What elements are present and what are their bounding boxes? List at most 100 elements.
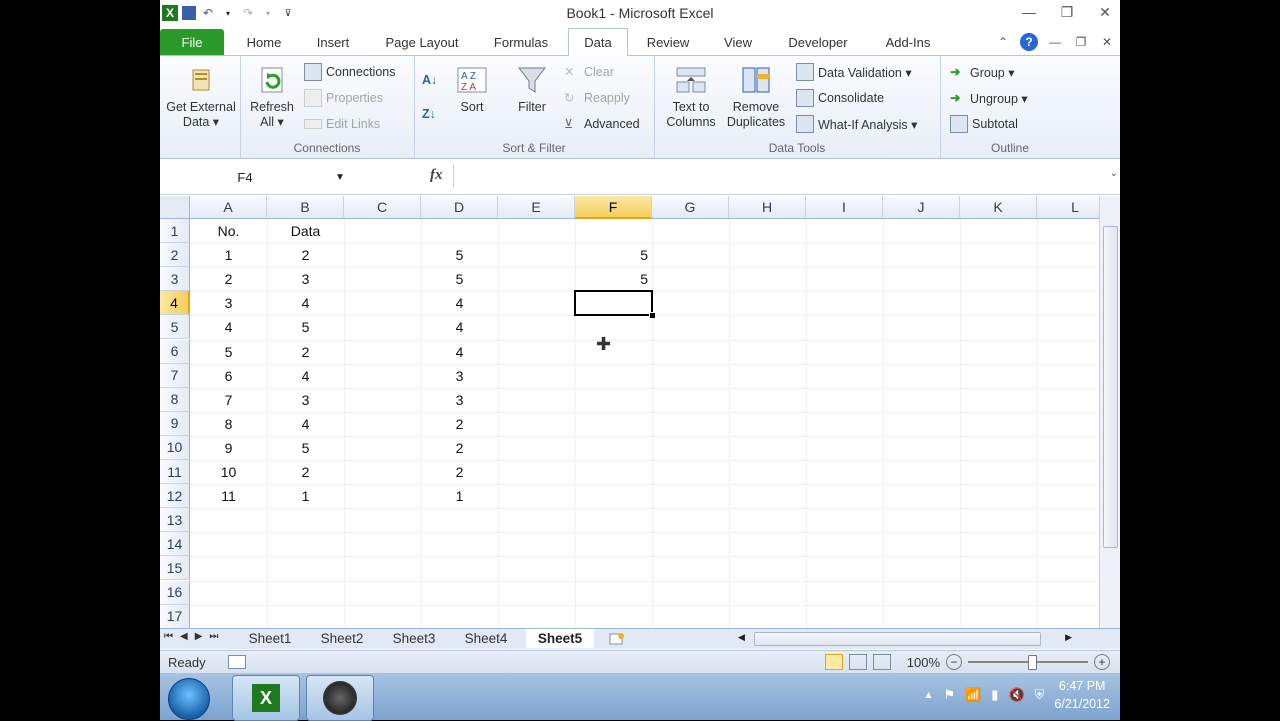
horizontal-scrollbar[interactable]: ◀ ▶ bbox=[738, 631, 1088, 646]
vertical-scrollbar[interactable] bbox=[1099, 196, 1120, 630]
cell-a11[interactable]: 10 bbox=[190, 460, 267, 484]
taskbar-clock[interactable]: 6:47 PM 6/21/2012 bbox=[1054, 677, 1110, 713]
clear-button[interactable]: ✕ Clear bbox=[564, 62, 614, 82]
workbook-restore-icon[interactable]: ❐ bbox=[1072, 33, 1090, 51]
properties-button[interactable]: Properties bbox=[304, 88, 383, 108]
cell-a7[interactable]: 6 bbox=[190, 364, 267, 388]
tab-developer[interactable]: Developer bbox=[780, 30, 856, 55]
cell-d10[interactable]: 2 bbox=[421, 436, 498, 460]
active-cell-selection[interactable] bbox=[574, 290, 653, 317]
cell-d2[interactable]: 5 bbox=[421, 243, 498, 267]
connections-button[interactable]: Connections bbox=[304, 62, 396, 82]
column-header-d[interactable]: D bbox=[421, 196, 498, 219]
cell-f2[interactable]: 5 bbox=[575, 243, 652, 267]
group-button[interactable]: ➜ Group ▾ bbox=[950, 62, 1015, 82]
prev-sheet-icon[interactable]: ◀ bbox=[180, 631, 188, 642]
sheet-tab-sheet5[interactable]: Sheet5 bbox=[526, 629, 594, 648]
select-all-corner[interactable] bbox=[160, 196, 190, 219]
cell-a1[interactable]: No. bbox=[190, 219, 267, 243]
fill-handle[interactable] bbox=[649, 312, 656, 320]
cell-d3[interactable]: 5 bbox=[421, 267, 498, 291]
row-header-12[interactable]: 12 bbox=[160, 484, 190, 509]
volume-icon[interactable]: 🔇 bbox=[1008, 687, 1024, 703]
data-validation-button[interactable]: Data Validation ▾ bbox=[796, 62, 912, 82]
cell-b4[interactable]: 4 bbox=[267, 291, 344, 315]
expand-formula-bar-icon[interactable]: ⌄ bbox=[1110, 168, 1118, 179]
row-header-14[interactable]: 14 bbox=[160, 532, 190, 557]
column-header-h[interactable]: H bbox=[729, 196, 806, 219]
scroll-left-icon[interactable]: ◀ bbox=[738, 632, 745, 643]
cell-a9[interactable]: 8 bbox=[190, 412, 267, 436]
next-sheet-icon[interactable]: ▶ bbox=[195, 631, 203, 642]
ungroup-button[interactable]: ➜ Ungroup ▾ bbox=[950, 88, 1028, 108]
taskbar-excel-button[interactable]: X bbox=[232, 675, 300, 721]
advanced-button[interactable]: ⊻ Advanced bbox=[564, 114, 640, 134]
cell-a12[interactable]: 11 bbox=[190, 484, 267, 508]
cell-f3[interactable]: 5 bbox=[575, 267, 652, 291]
cell-d8[interactable]: 3 bbox=[421, 388, 498, 412]
filter-button[interactable]: Filter bbox=[510, 64, 554, 115]
start-button-icon[interactable] bbox=[168, 678, 210, 720]
cell-b1[interactable]: Data bbox=[267, 219, 344, 243]
row-header-3[interactable]: 3 bbox=[160, 267, 190, 292]
page-layout-view-icon[interactable] bbox=[848, 654, 867, 670]
column-header-g[interactable]: G bbox=[652, 196, 729, 219]
minimize-icon[interactable]: — bbox=[1018, 2, 1040, 22]
tab-page-layout[interactable]: Page Layout bbox=[378, 30, 466, 55]
column-header-l[interactable]: L bbox=[1037, 196, 1100, 219]
zoom-level[interactable]: 100% bbox=[907, 655, 940, 670]
first-sheet-icon[interactable]: ⏮ bbox=[164, 631, 173, 642]
zoom-out-icon[interactable]: − bbox=[946, 654, 962, 670]
tab-insert[interactable]: Insert bbox=[308, 30, 358, 55]
formula-input[interactable] bbox=[453, 164, 1104, 188]
restore-icon[interactable]: ❐ bbox=[1056, 2, 1078, 22]
row-header-6[interactable]: 6 bbox=[160, 339, 190, 364]
cell-b6[interactable]: 2 bbox=[267, 340, 344, 364]
vertical-scroll-thumb[interactable] bbox=[1103, 226, 1118, 548]
column-header-j[interactable]: J bbox=[883, 196, 960, 219]
row-header-9[interactable]: 9 bbox=[160, 411, 190, 436]
consolidate-button[interactable]: Consolidate bbox=[796, 88, 884, 108]
close-icon[interactable]: ✕ bbox=[1094, 2, 1116, 22]
network-icon[interactable]: 📶 bbox=[965, 687, 981, 703]
cell-d12[interactable]: 1 bbox=[421, 484, 498, 508]
row-header-13[interactable]: 13 bbox=[160, 508, 190, 533]
spreadsheet-grid[interactable]: A B C D E F G H I J K L 1 2 3 4 5 6 7 8 9 10 11 12 13 14 15 16 17 No.… bbox=[160, 196, 1100, 630]
cell-b2[interactable]: 2 bbox=[267, 243, 344, 267]
insert-sheet-icon[interactable] bbox=[604, 629, 630, 648]
tab-formulas[interactable]: Formulas bbox=[486, 30, 556, 55]
text-to-columns-button[interactable]: Text to Columns bbox=[660, 64, 722, 130]
cell-b7[interactable]: 4 bbox=[267, 364, 344, 388]
refresh-all-button[interactable]: Refresh All ▾ bbox=[244, 64, 300, 130]
last-sheet-icon[interactable]: ⏭ bbox=[209, 631, 218, 642]
help-icon[interactable]: ? bbox=[1020, 33, 1038, 51]
cell-d5[interactable]: 4 bbox=[421, 315, 498, 339]
column-header-b[interactable]: B bbox=[267, 196, 344, 219]
tab-file[interactable]: File bbox=[160, 29, 224, 55]
sort-z-a-icon[interactable]: Z↓ bbox=[422, 104, 436, 124]
show-hidden-icons[interactable]: ▲ bbox=[924, 690, 934, 701]
zoom-slider[interactable] bbox=[968, 655, 1088, 670]
flag-icon[interactable]: ⚑ bbox=[943, 687, 955, 703]
sheet-tab-sheet4[interactable]: Sheet4 bbox=[454, 629, 518, 648]
column-header-e[interactable]: E bbox=[498, 196, 575, 219]
column-header-k[interactable]: K bbox=[960, 196, 1037, 219]
tab-home[interactable]: Home bbox=[238, 30, 290, 55]
get-external-data-button[interactable]: Get External Data ▾ bbox=[162, 64, 240, 130]
battery-icon[interactable]: ▮ bbox=[991, 687, 998, 703]
row-header-7[interactable]: 7 bbox=[160, 363, 190, 388]
name-box[interactable]: F4 ▼ bbox=[160, 166, 350, 188]
column-header-c[interactable]: C bbox=[344, 196, 421, 219]
cell-a3[interactable]: 2 bbox=[190, 267, 267, 291]
macro-record-icon[interactable] bbox=[228, 655, 246, 669]
column-header-a[interactable]: A bbox=[190, 196, 267, 219]
sheet-tab-sheet1[interactable]: Sheet1 bbox=[238, 629, 302, 648]
name-box-dropdown-icon[interactable]: ▼ bbox=[330, 172, 350, 183]
scroll-right-icon[interactable]: ▶ bbox=[1065, 632, 1072, 643]
cell-a8[interactable]: 7 bbox=[190, 388, 267, 412]
row-header-11[interactable]: 11 bbox=[160, 460, 190, 485]
tab-data[interactable]: Data bbox=[568, 28, 628, 57]
row-header-16[interactable]: 16 bbox=[160, 580, 190, 605]
cell-d4[interactable]: 4 bbox=[421, 291, 498, 315]
reapply-button[interactable]: ↻ Reapply bbox=[564, 88, 630, 108]
